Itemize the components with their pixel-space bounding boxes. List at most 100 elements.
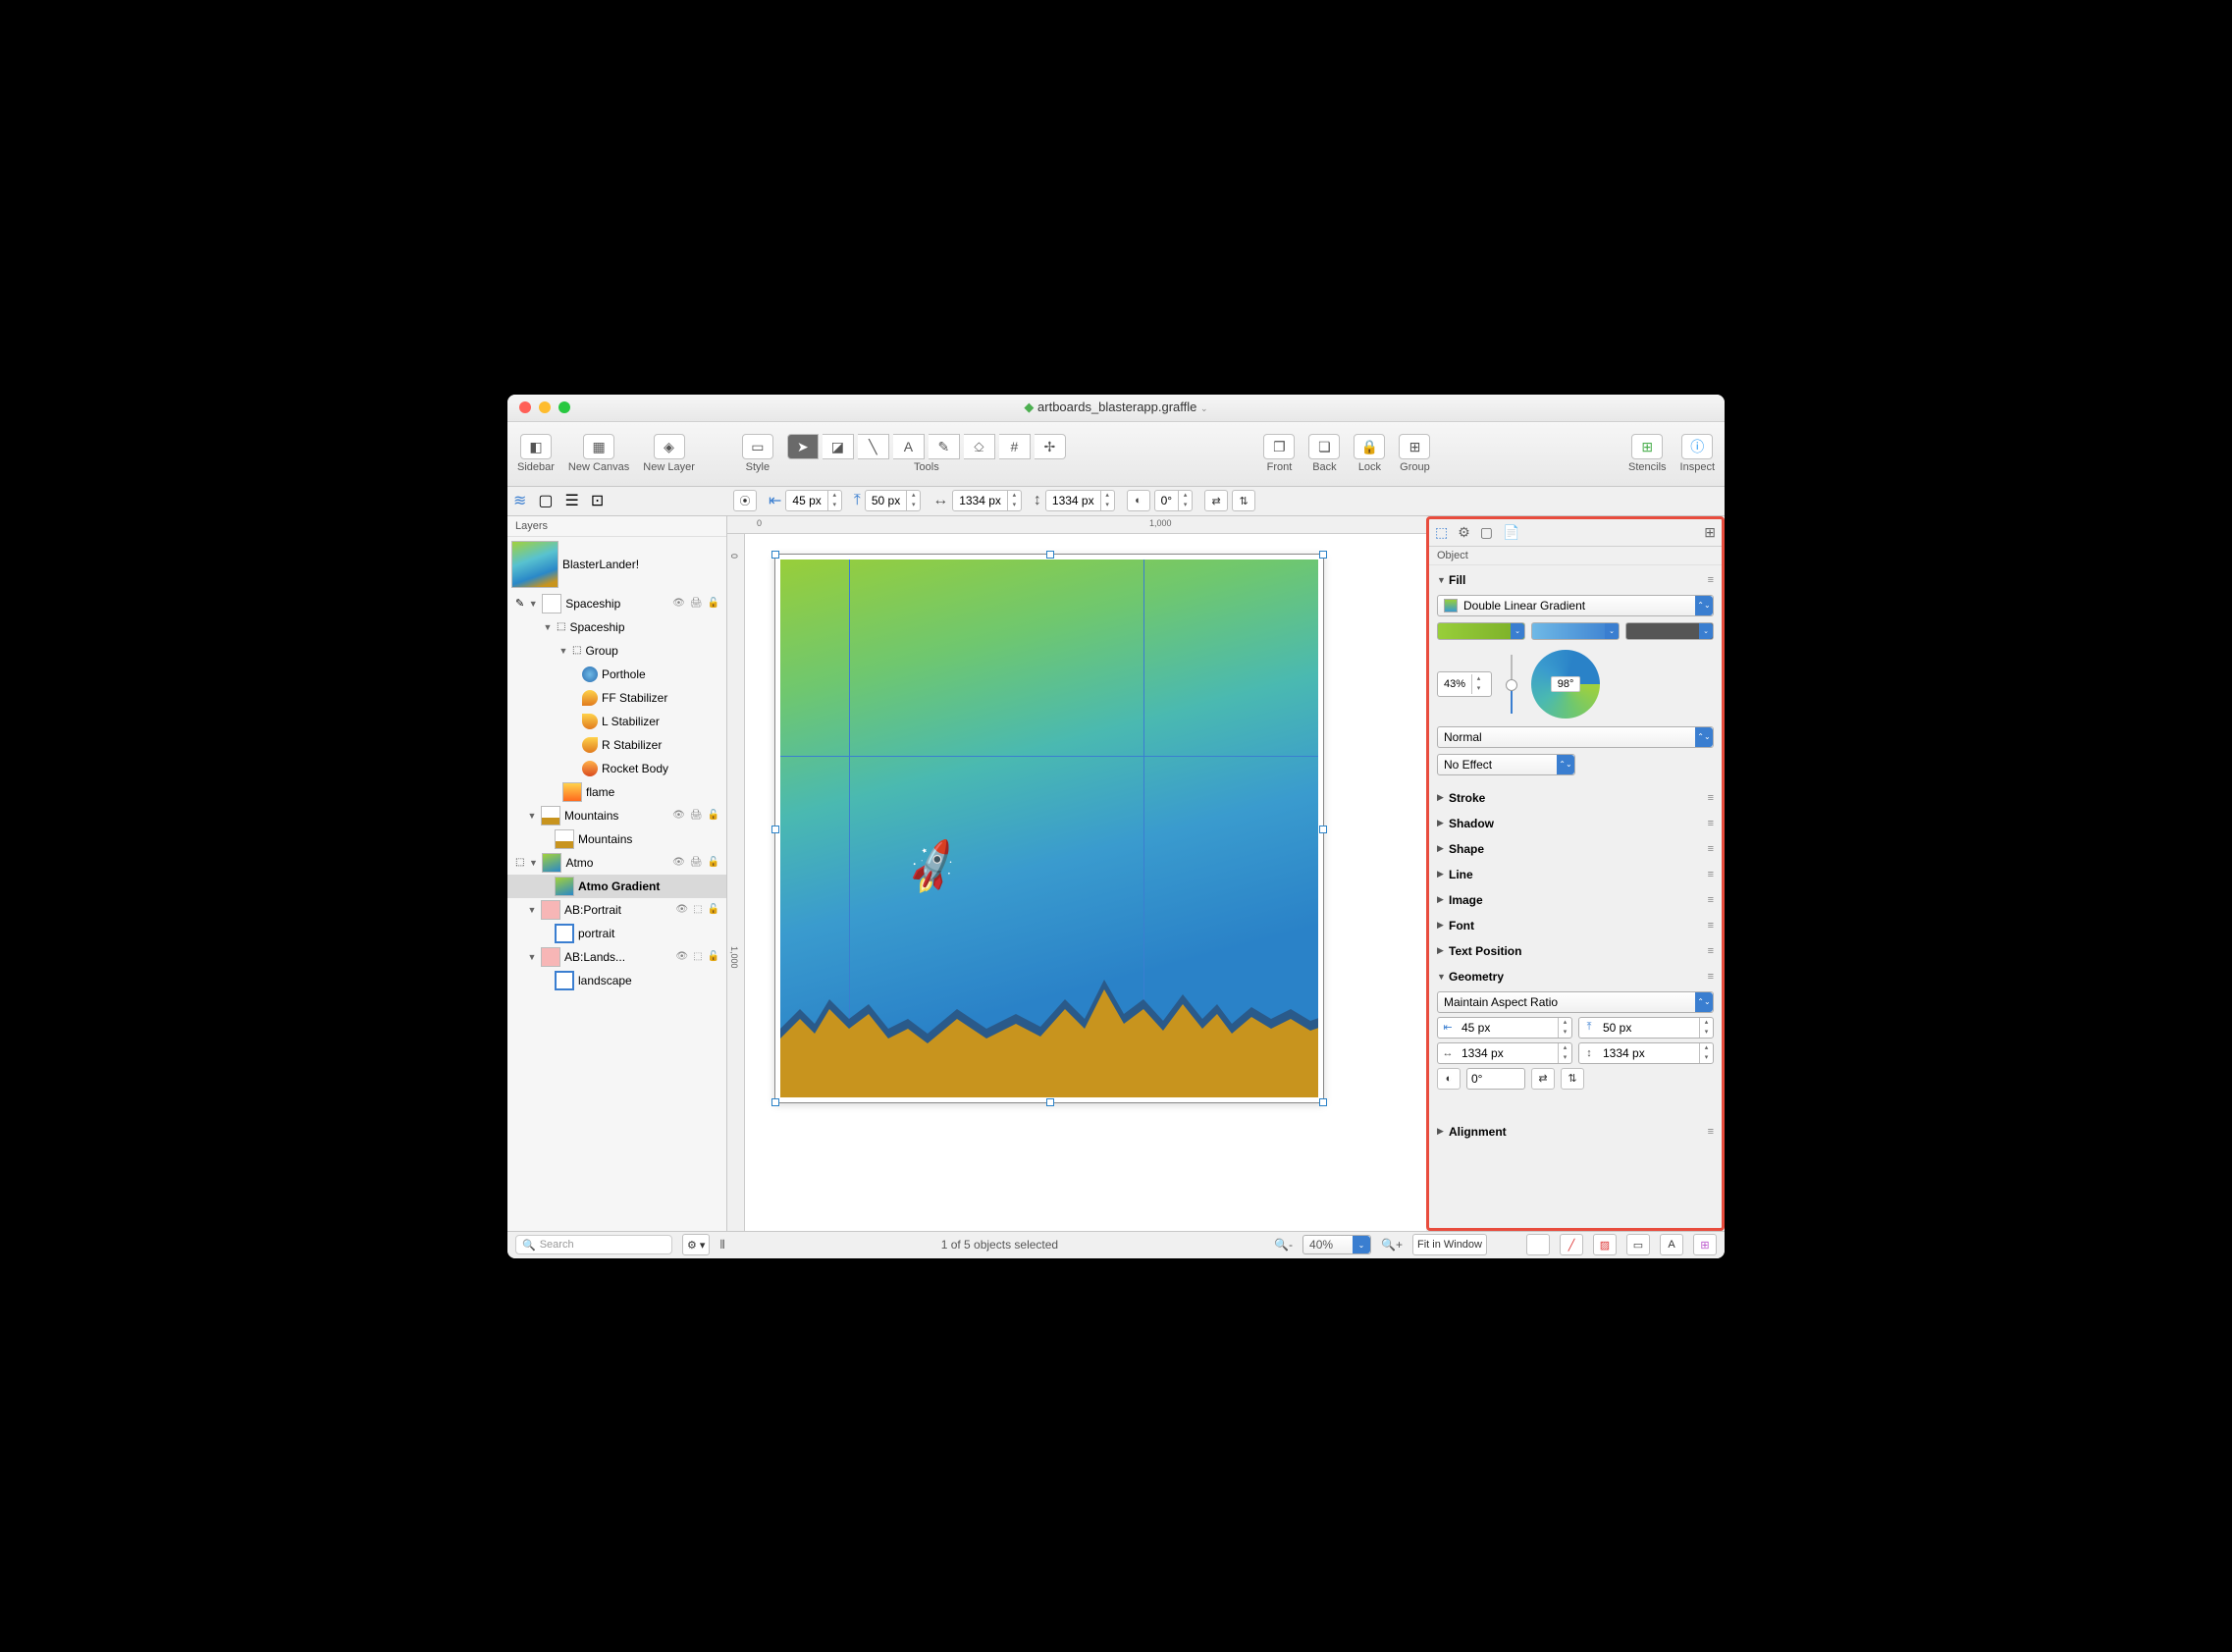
obj-porthole[interactable]: Porthole — [507, 663, 726, 686]
fit-window-button[interactable]: Fit in Window — [1412, 1234, 1487, 1255]
style-text-icon[interactable]: A — [1660, 1234, 1683, 1255]
selection-tab-icon[interactable]: ⊡ — [591, 491, 604, 510]
ruler-horizontal[interactable]: 01,000 — [727, 516, 1426, 534]
grid-icon[interactable]: ⊞ — [1704, 524, 1716, 541]
tool-select[interactable]: ➤ — [787, 434, 819, 459]
tool-pen[interactable]: ✎ — [929, 434, 960, 459]
canvas-row[interactable]: BlasterLander! — [507, 537, 726, 592]
style-icon[interactable]: ▭ — [742, 434, 773, 459]
canvas[interactable]: 🚀 — [745, 534, 1426, 1231]
tool-shape[interactable]: ◪ — [823, 434, 854, 459]
geo-h-field[interactable]: ↕1334 px▴▾ — [1578, 1042, 1714, 1064]
obj-ff-stabilizer[interactable]: FF Stabilizer — [507, 686, 726, 710]
ruler-vertical[interactable]: 01,000 — [727, 534, 745, 1231]
fill-effect-select[interactable]: No Effect⌃⌄ — [1437, 754, 1575, 775]
layer-spaceship[interactable]: ✎▼ Spaceship 👁🖨🔓 — [507, 592, 726, 615]
shape-section-header[interactable]: ▶Shape≡ — [1437, 838, 1714, 860]
textpos-section-header[interactable]: ▶Text Position≡ — [1437, 940, 1714, 962]
layer-ab-landscape[interactable]: ▼AB:Lands...👁⬚🔓 — [507, 945, 726, 969]
obj-landscape[interactable]: landscape — [507, 969, 726, 992]
stroke-section-header[interactable]: ▶Stroke≡ — [1437, 787, 1714, 809]
image-section-header[interactable]: ▶Image≡ — [1437, 889, 1714, 911]
guides-tab-icon[interactable]: ▢ — [538, 491, 553, 510]
style-nostroke-icon[interactable]: ╱ — [1560, 1234, 1583, 1255]
flip-v-icon[interactable]: ⇅ — [1232, 490, 1255, 511]
tool-artboard[interactable]: ⎐ — [964, 434, 995, 459]
x-field[interactable]: 45 px▴▾ — [785, 490, 841, 511]
geo-x-field[interactable]: ⇤45 px▴▾ — [1437, 1017, 1572, 1039]
search-input[interactable]: 🔍 Search — [515, 1235, 672, 1254]
line-section-header[interactable]: ▶Line≡ — [1437, 864, 1714, 885]
tool-stamp[interactable]: ✢ — [1035, 434, 1066, 459]
artboard[interactable]: 🚀 — [774, 554, 1324, 1103]
ruler-origin-icon[interactable]: ⦿ — [733, 490, 757, 511]
group-inner[interactable]: ▼⬚Group — [507, 639, 726, 663]
gear-icon[interactable]: ⚙ ▾ — [682, 1234, 710, 1255]
layer-atmo[interactable]: ⬚▼Atmo👁🖨🔓 — [507, 851, 726, 875]
stencils-icon[interactable]: ⊞ — [1631, 434, 1663, 459]
back-icon[interactable]: ❏ — [1308, 434, 1340, 459]
blend-mode-select[interactable]: Normal⌃⌄ — [1437, 726, 1714, 748]
obj-mountains[interactable]: Mountains — [507, 827, 726, 851]
sidebar-toggle-icon[interactable]: ◧ — [520, 434, 552, 459]
h-field[interactable]: 1334 px▴▾ — [1045, 490, 1115, 511]
gradient-angle-wheel[interactable]: 98° — [1531, 650, 1600, 719]
midpoint-slider[interactable] — [1502, 655, 1521, 714]
geo-rotation-icon[interactable]: ◐ — [1437, 1068, 1461, 1090]
geo-flip-h-icon[interactable]: ⇄ — [1531, 1068, 1555, 1090]
shadow-section-header[interactable]: ▶Shadow≡ — [1437, 813, 1714, 834]
zoom-in-icon[interactable]: 🔍+ — [1381, 1238, 1403, 1252]
geometry-section-header[interactable]: ▼Geometry≡ — [1437, 966, 1714, 987]
fill-section-header[interactable]: ▼Fill≡ — [1437, 569, 1714, 591]
obj-l-stabilizer[interactable]: L Stabilizer — [507, 710, 726, 733]
layer-ab-portrait[interactable]: ▼AB:Portrait👁⬚🔓 — [507, 898, 726, 922]
zoom-select[interactable]: 40%⌄ — [1302, 1235, 1371, 1254]
fill-type-select[interactable]: Double Linear Gradient⌃⌄ — [1437, 595, 1714, 616]
group-spaceship[interactable]: ▼⬚Spaceship — [507, 615, 726, 639]
tool-point[interactable]: # — [999, 434, 1031, 459]
rotation-field[interactable]: 0°▴▾ — [1154, 490, 1193, 511]
aspect-ratio-select[interactable]: Maintain Aspect Ratio⌃⌄ — [1437, 991, 1714, 1013]
style-rect-icon[interactable]: ▭ — [1626, 1234, 1650, 1255]
geo-rot-field[interactable]: 0° — [1466, 1068, 1525, 1090]
section-menu-icon[interactable]: ≡ — [1708, 574, 1714, 586]
properties-inspector-icon[interactable]: ⚙ — [1458, 524, 1470, 541]
ruler-toggle-icon[interactable]: ⦀ — [719, 1238, 724, 1252]
front-icon[interactable]: ❐ — [1263, 434, 1295, 459]
alignment-section-header[interactable]: ▶Alignment≡ — [1437, 1121, 1714, 1143]
y-field[interactable]: 50 px▴▾ — [865, 490, 921, 511]
tool-text[interactable]: A — [893, 434, 925, 459]
new-canvas-icon[interactable]: ▦ — [583, 434, 614, 459]
w-field[interactable]: 1334 px▴▾ — [952, 490, 1022, 511]
lock-icon[interactable]: 🔒 — [1354, 434, 1385, 459]
object-inspector-icon[interactable]: ⬚ — [1435, 524, 1448, 541]
group-icon[interactable]: ⊞ — [1399, 434, 1430, 459]
new-layer-icon[interactable]: ◈ — [654, 434, 685, 459]
rotation-icon[interactable]: ◐ — [1127, 490, 1150, 511]
layer-mountains[interactable]: ▼Mountains👁🖨🔓 — [507, 804, 726, 827]
obj-portrait[interactable]: portrait — [507, 922, 726, 945]
obj-flame[interactable]: flame — [507, 780, 726, 804]
geo-w-field[interactable]: ↔1334 px▴▾ — [1437, 1042, 1572, 1064]
fill-color-2[interactable]: ⌄ — [1531, 622, 1620, 640]
style-textbox-icon[interactable]: ⊞ — [1693, 1234, 1717, 1255]
midpoint-field[interactable]: 43%▴▾ — [1437, 671, 1492, 697]
print-icon[interactable]: 🖨 — [690, 598, 703, 609]
inspect-icon[interactable]: ⓘ — [1681, 434, 1713, 459]
style-none-icon[interactable] — [1526, 1234, 1550, 1255]
geo-y-field[interactable]: ⤒50 px▴▾ — [1578, 1017, 1714, 1039]
lock-open-icon[interactable]: 🔓 — [708, 598, 719, 609]
tool-line[interactable]: ╲ — [858, 434, 889, 459]
fill-color-3[interactable]: ⌄ — [1625, 622, 1714, 640]
obj-rocket-body[interactable]: Rocket Body — [507, 757, 726, 780]
outline-tab-icon[interactable]: ☰ — [565, 491, 579, 510]
eye-icon[interactable]: 👁 — [672, 598, 685, 609]
flip-h-icon[interactable]: ⇄ — [1204, 490, 1228, 511]
zoom-out-icon[interactable]: 🔍- — [1274, 1238, 1293, 1252]
canvas-inspector-icon[interactable]: ▢ — [1480, 524, 1493, 541]
document-inspector-icon[interactable]: 📄 — [1503, 524, 1519, 541]
atmo-gradient-object[interactable]: 🚀 — [780, 560, 1318, 1097]
style-nofill-icon[interactable]: ▨ — [1593, 1234, 1617, 1255]
obj-atmo-gradient[interactable]: Atmo Gradient — [507, 875, 726, 898]
layers-tab-icon[interactable]: ≋ — [513, 491, 526, 510]
